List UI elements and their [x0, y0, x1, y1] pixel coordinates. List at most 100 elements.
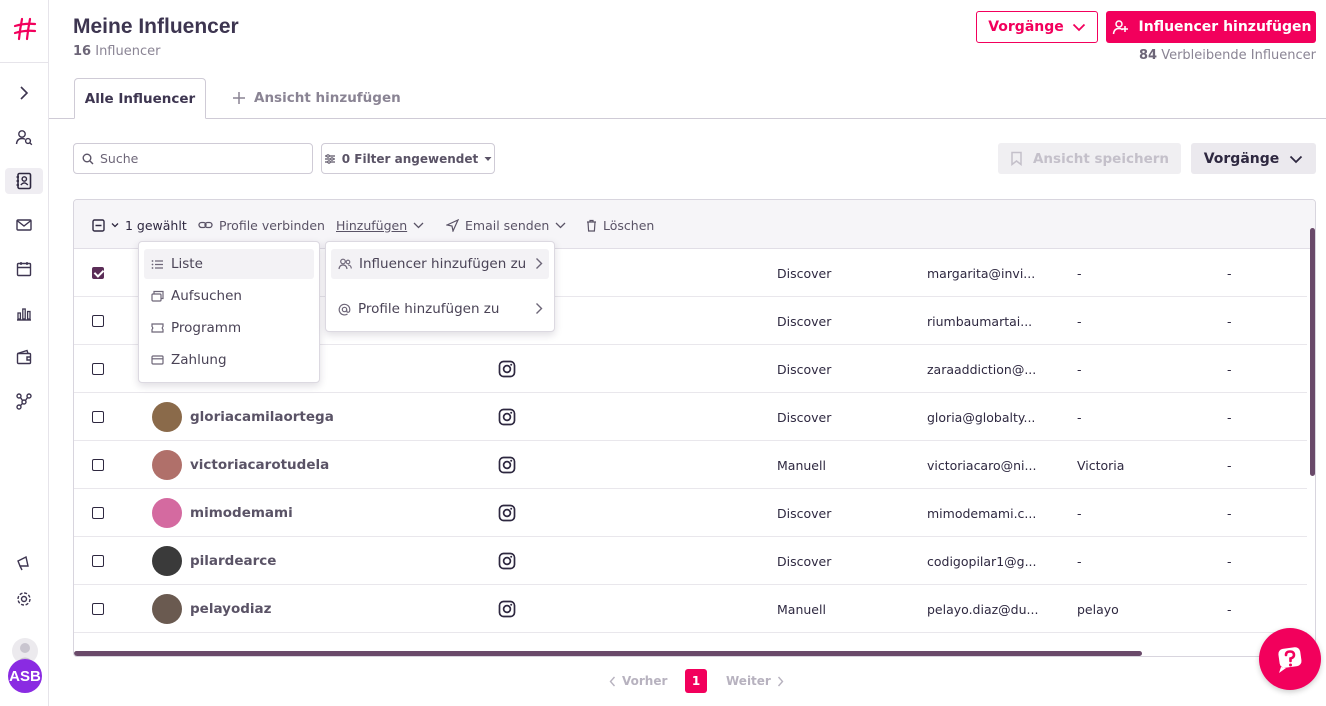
connect-profiles-label: Profile verbinden	[219, 217, 325, 233]
sidebar-item-analytics-icon[interactable]	[5, 300, 43, 326]
instagram-icon[interactable]	[498, 489, 516, 537]
chevron-right-icon	[777, 676, 784, 686]
instagram-icon[interactable]	[498, 585, 516, 633]
filter-button[interactable]: 0 Filter angewendet	[321, 143, 495, 174]
submenu-add-profiles[interactable]: Profile hinzufügen zu	[331, 294, 549, 324]
pagination-next-label: Weiter	[726, 674, 771, 688]
menu-item-outreach[interactable]: Aufsuchen	[144, 281, 314, 311]
row-checkbox[interactable]	[92, 489, 104, 537]
influencer-name[interactable]: pilardearce	[190, 537, 276, 585]
horizontal-scrollbar[interactable]	[74, 651, 1142, 656]
add-influencer-button[interactable]: Influencer hinzufügen	[1106, 11, 1316, 43]
add-to-list-submenu: Influencer hinzufügen zu Profile hinzufü…	[325, 241, 555, 332]
source-cell: Discover	[777, 553, 832, 569]
menu-item-list[interactable]: Liste	[144, 249, 314, 279]
sidebar-item-contacts-icon[interactable]	[5, 168, 43, 194]
vorgaenge-toolbar-button[interactable]: Vorgänge	[1191, 143, 1316, 174]
sidebar-item-discover-icon[interactable]	[5, 124, 43, 150]
submenu-add-profiles-label: Profile hinzufügen zu	[358, 301, 500, 317]
table-row[interactable]: pelayodiaz Manuell pelayo.diaz@du... pelayo…	[74, 585, 1307, 633]
email-cell: gloria@globalty...	[927, 409, 1036, 425]
link-icon	[198, 221, 213, 229]
instagram-icon[interactable]	[498, 537, 516, 585]
influencer-name[interactable]: mimodemami	[190, 489, 293, 537]
add-view-tab[interactable]: Ansicht hinzufügen	[232, 87, 401, 109]
pagination-current-page[interactable]: 1	[685, 669, 707, 693]
email-cell: codigopilar1@g...	[927, 553, 1037, 569]
submenu-add-influencers-label: Influencer hinzufügen zu	[359, 256, 527, 272]
menu-item-list-label: Liste	[171, 256, 203, 272]
save-view-button[interactable]: Ansicht speichern	[998, 143, 1181, 174]
last-name-cell: -	[1227, 361, 1232, 377]
checkbox-icon	[92, 555, 104, 567]
source-cell: Discover	[777, 265, 832, 281]
partial-checkbox-icon	[92, 218, 105, 232]
sidebar-item-mail-icon[interactable]	[5, 212, 43, 238]
vertical-scrollbar[interactable]	[1310, 228, 1315, 476]
instagram-icon[interactable]	[498, 345, 516, 393]
menu-item-program[interactable]: Programm	[144, 313, 314, 343]
sidebar-item-calendar-icon[interactable]	[5, 256, 43, 282]
row-checkbox[interactable]	[92, 393, 104, 441]
row-checkbox[interactable]	[92, 585, 104, 633]
menu-item-payment[interactable]: Zahlung	[144, 345, 314, 375]
send-email-button[interactable]: Email senden	[446, 216, 566, 234]
add-view-label: Ansicht hinzufügen	[254, 90, 401, 106]
first-name-cell: -	[1077, 361, 1082, 377]
pagination-previous-label: Vorher	[622, 674, 668, 688]
table-row[interactable]: mimodemami Discover mimodemami.c... - -	[74, 489, 1307, 537]
sidebar-item-announcements-icon[interactable]	[5, 550, 43, 576]
checkbox-icon	[92, 459, 104, 471]
table-row[interactable]: gloriacamilaortega Discover gloria@globalt…	[74, 393, 1307, 441]
add-to-button[interactable]: Hinzufügen	[336, 216, 424, 234]
influencer-name[interactable]: victoriacarotudela	[190, 441, 329, 489]
submenu-add-influencers[interactable]: Influencer hinzufügen zu	[331, 249, 549, 279]
influencer-name[interactable]: gloriacamilaortega	[190, 393, 334, 441]
instagram-icon[interactable]	[498, 441, 516, 489]
profile-photo	[152, 450, 182, 480]
pagination-next[interactable]: Weiter	[726, 669, 784, 693]
outreach-icon	[151, 290, 164, 302]
expand-sidebar-icon[interactable]	[5, 80, 43, 106]
vorgaenge-header-button[interactable]: Vorgänge	[976, 11, 1098, 43]
app-root: ASB Meine Influencer 16 Influencer Vorgä…	[0, 0, 1326, 706]
source-cell: Manuell	[777, 457, 826, 473]
search-input[interactable]	[100, 151, 300, 166]
tab-all-influencers[interactable]: Alle Influencer	[74, 78, 206, 119]
checkbox-icon	[92, 315, 104, 327]
delete-button[interactable]: Löschen	[586, 216, 654, 234]
tabs-divider	[49, 118, 1326, 119]
sidebar-item-integrations-icon[interactable]	[5, 388, 43, 414]
checkbox-icon	[92, 603, 104, 615]
row-checkbox[interactable]	[92, 249, 104, 297]
instagram-icon[interactable]	[498, 393, 516, 441]
brand-logo-icon[interactable]	[12, 16, 38, 42]
add-to-label: Hinzufügen	[336, 217, 408, 233]
source-cell: Manuell	[777, 601, 826, 617]
row-checkbox[interactable]	[92, 441, 104, 489]
table-row[interactable]: pilardearce Discover codigopilar1@g... - -	[74, 537, 1307, 585]
user-avatar[interactable]: ASB	[8, 659, 42, 693]
email-cell: riumbaumartai...	[927, 313, 1033, 329]
avatar	[152, 537, 182, 585]
menu-item-outreach-label: Aufsuchen	[171, 288, 242, 304]
source-cell: Discover	[777, 313, 832, 329]
pagination-previous[interactable]: Vorher	[609, 669, 667, 693]
profile-photo	[152, 546, 182, 576]
sidebar-item-settings-gear-icon[interactable]	[5, 586, 43, 612]
first-name-cell: -	[1077, 505, 1082, 521]
users-icon	[338, 258, 352, 270]
page-title: Meine Influencer	[73, 15, 239, 38]
row-checkbox[interactable]	[92, 537, 104, 585]
table-row[interactable]: victoriacarotudela Manuell victoriacaro@ni…	[74, 441, 1307, 489]
avatar	[152, 489, 182, 537]
row-checkbox[interactable]	[92, 345, 104, 393]
sidebar-item-wallet-icon[interactable]	[5, 344, 43, 370]
influencer-name[interactable]: pelayodiaz	[190, 585, 271, 633]
bulk-select-toggle[interactable]: 1 gewählt	[92, 216, 187, 234]
help-chat-button[interactable]	[1259, 628, 1321, 690]
email-cell: margarita@invi...	[927, 265, 1036, 281]
remaining-label: Verbleibende Influencer	[1161, 48, 1316, 63]
connect-profiles-button[interactable]: Profile verbinden	[198, 216, 325, 234]
row-checkbox[interactable]	[92, 297, 104, 345]
